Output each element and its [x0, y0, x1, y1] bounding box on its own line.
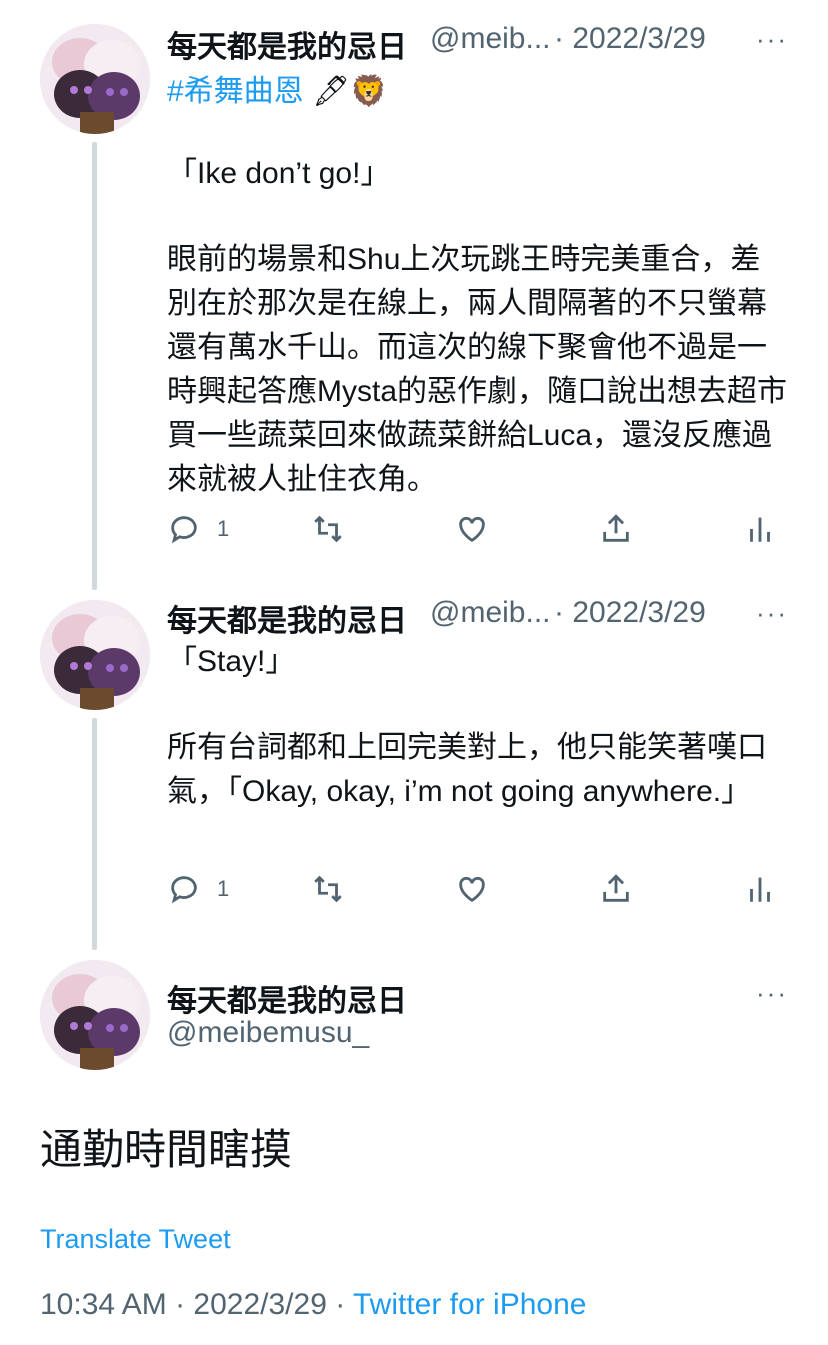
- avatar-illustration: [40, 600, 150, 710]
- tweet-text: 「Ike don’t go!」: [167, 157, 391, 190]
- avatar-illustration: [40, 960, 150, 1070]
- tweet-actions: 1: [167, 872, 787, 912]
- author-name[interactable]: 每天都是我的忌日: [167, 596, 407, 640]
- reply-button[interactable]: 1: [167, 872, 229, 906]
- share-icon: [603, 874, 629, 902]
- analytics-icon: [750, 517, 770, 542]
- reply-icon: [171, 876, 197, 904]
- more-options-icon[interactable]: ···: [756, 24, 788, 55]
- analytics-button[interactable]: [743, 512, 777, 546]
- author-handle[interactable]: @meib...: [430, 22, 550, 56]
- like-button[interactable]: [455, 512, 489, 546]
- reply-count: 1: [217, 876, 230, 901]
- analytics-icon: [750, 877, 770, 902]
- author-handle[interactable]: @meib...: [430, 596, 550, 630]
- reply-button[interactable]: 1: [167, 512, 229, 546]
- tweet-text: 眼前的場景和Shu上次玩跳王時完美重合，差別在於那次是在線上，兩人間隔著的不只螢…: [167, 243, 788, 496]
- hashtag-link[interactable]: #希舞曲恩: [167, 75, 304, 108]
- retweet-button[interactable]: [311, 512, 345, 546]
- share-button[interactable]: [599, 872, 633, 906]
- avatar[interactable]: [40, 960, 150, 1070]
- avatar[interactable]: [40, 600, 150, 710]
- retweet-button[interactable]: [311, 872, 345, 906]
- retweet-icon: [314, 515, 342, 543]
- avatar[interactable]: [40, 24, 150, 134]
- heart-icon: [459, 516, 485, 543]
- tweet-actions: 1: [167, 512, 787, 552]
- share-icon: [603, 514, 629, 542]
- share-button[interactable]: [599, 512, 633, 546]
- author-name[interactable]: 每天都是我的忌日: [167, 22, 407, 66]
- thread-line: [92, 718, 97, 950]
- retweet-icon: [314, 875, 342, 903]
- source-link[interactable]: Twitter for iPhone: [353, 1288, 586, 1321]
- reply-count: 1: [217, 516, 230, 541]
- author-handle[interactable]: @meibemusu_: [167, 1016, 369, 1050]
- analytics-button[interactable]: [743, 872, 777, 906]
- emoji: 🖋🦁: [312, 75, 388, 108]
- tweet-date[interactable]: · 2022/3/29: [554, 596, 706, 630]
- more-options-icon[interactable]: ···: [756, 978, 788, 1009]
- translate-tweet-link[interactable]: Translate Tweet: [40, 1224, 231, 1255]
- heart-icon: [459, 876, 485, 903]
- avatar-illustration: [40, 24, 150, 134]
- reply-icon: [171, 516, 197, 544]
- tweet-text: 所有台詞都和上回完美對上，他只能笑著嘆口氣，「Okay, okay, i’m n…: [167, 731, 767, 808]
- main-tweet-text: 通勤時間瞎摸: [40, 1126, 293, 1173]
- like-button[interactable]: [455, 872, 489, 906]
- tweet-timestamp[interactable]: 10:34 AM · 2022/3/29 ·: [40, 1288, 353, 1321]
- author-name[interactable]: 每天都是我的忌日: [167, 976, 407, 1020]
- tweet-text: 「Stay!」: [167, 645, 296, 678]
- more-options-icon[interactable]: ···: [756, 598, 788, 629]
- tweet-date[interactable]: · 2022/3/29: [554, 22, 706, 56]
- thread-line: [92, 142, 97, 590]
